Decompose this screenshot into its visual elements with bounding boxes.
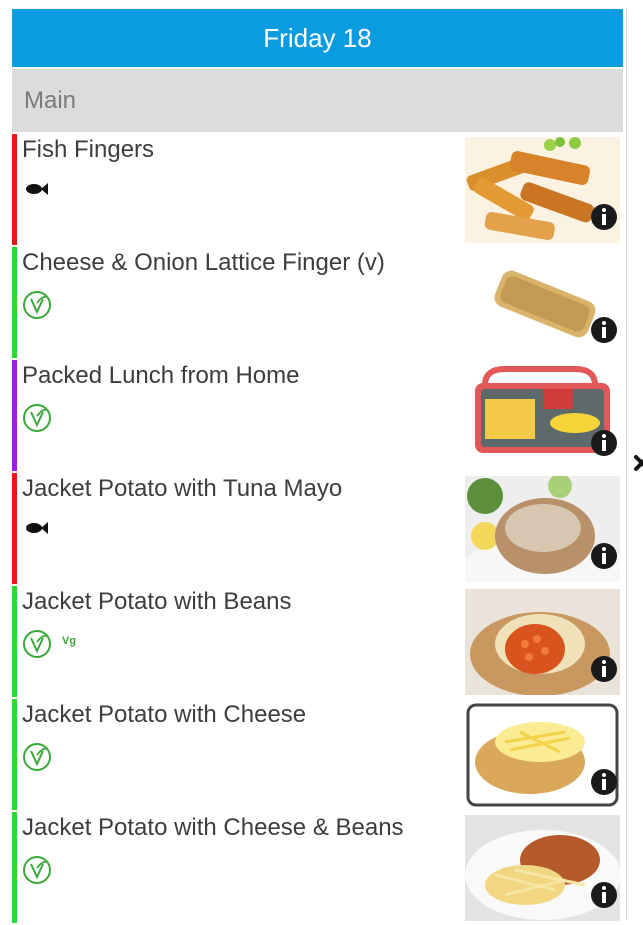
- fish-icon: [26, 183, 48, 195]
- food-image-lattice-finger[interactable]: [465, 250, 620, 356]
- menu-item[interactable]: Jacket Potato with Tuna Mayo: [12, 473, 623, 586]
- day-header: Friday 18: [12, 9, 623, 67]
- info-icon: [591, 769, 617, 795]
- info-icon: [591, 882, 617, 908]
- vegetarian-icon: [23, 404, 51, 432]
- category-bar: [12, 247, 17, 358]
- category-bar: [12, 699, 17, 810]
- menu-item[interactable]: Cheese & Onion Lattice Finger (v): [12, 247, 623, 360]
- section-header-main: Main: [12, 69, 623, 132]
- info-icon: [591, 317, 617, 343]
- food-image-cheese-beans-potato[interactable]: [465, 815, 620, 921]
- category-bar: [12, 812, 17, 923]
- category-bar: [12, 360, 17, 471]
- dietary-icons: [22, 402, 52, 434]
- dietary-icons: [22, 854, 52, 886]
- day-title: Friday 18: [263, 22, 372, 53]
- food-image-beans-potato[interactable]: [465, 589, 620, 695]
- info-icon: [591, 204, 617, 230]
- dietary-icons: [22, 515, 48, 547]
- info-icon: [591, 543, 617, 569]
- panel-divider: [626, 9, 627, 920]
- menu-list: Fish Fingers Cheese & Onion Lattice Fing…: [12, 134, 623, 925]
- category-bar: [12, 473, 17, 584]
- vegetarian-icon: [23, 743, 51, 771]
- food-image-lunch-box[interactable]: [465, 363, 620, 469]
- menu-item[interactable]: Jacket Potato with Beans Vg: [12, 586, 623, 699]
- dietary-icons: Vg: [22, 628, 76, 660]
- info-icon: [591, 656, 617, 682]
- food-image-tuna-potato[interactable]: [465, 476, 620, 582]
- menu-item[interactable]: Jacket Potato with Cheese: [12, 699, 623, 812]
- menu-item-title: Jacket Potato with Beans: [22, 588, 292, 615]
- menu-item[interactable]: Packed Lunch from Home: [12, 360, 623, 473]
- dietary-icons: [22, 289, 52, 321]
- menu-item-title: Jacket Potato with Tuna Mayo: [22, 475, 343, 502]
- dietary-icons: [22, 176, 48, 208]
- category-bar: [12, 134, 17, 245]
- menu-item-title: Jacket Potato with Cheese: [22, 701, 307, 728]
- info-icon: [591, 430, 617, 456]
- menu-item[interactable]: Fish Fingers: [12, 134, 623, 247]
- menu-item[interactable]: Jacket Potato with Cheese & Beans: [12, 812, 623, 925]
- category-bar: [12, 586, 17, 697]
- vegetarian-icon: [23, 291, 51, 319]
- vegan-badge: Vg: [62, 635, 77, 647]
- vegetarian-icon: [23, 630, 51, 658]
- food-image-cheese-potato[interactable]: [465, 702, 620, 808]
- vegetarian-icon: [23, 856, 51, 884]
- close-icon[interactable]: [632, 449, 643, 475]
- menu-item-title: Jacket Potato with Cheese & Beans: [22, 814, 404, 841]
- menu-item-title: Packed Lunch from Home: [22, 362, 300, 389]
- menu-item-title: Cheese & Onion Lattice Finger (v): [22, 249, 385, 276]
- section-label: Main: [24, 86, 77, 114]
- fish-icon: [26, 522, 48, 534]
- food-image-fish-fingers[interactable]: [465, 137, 620, 243]
- dietary-icons: [22, 741, 52, 773]
- menu-item-title: Fish Fingers: [22, 136, 155, 163]
